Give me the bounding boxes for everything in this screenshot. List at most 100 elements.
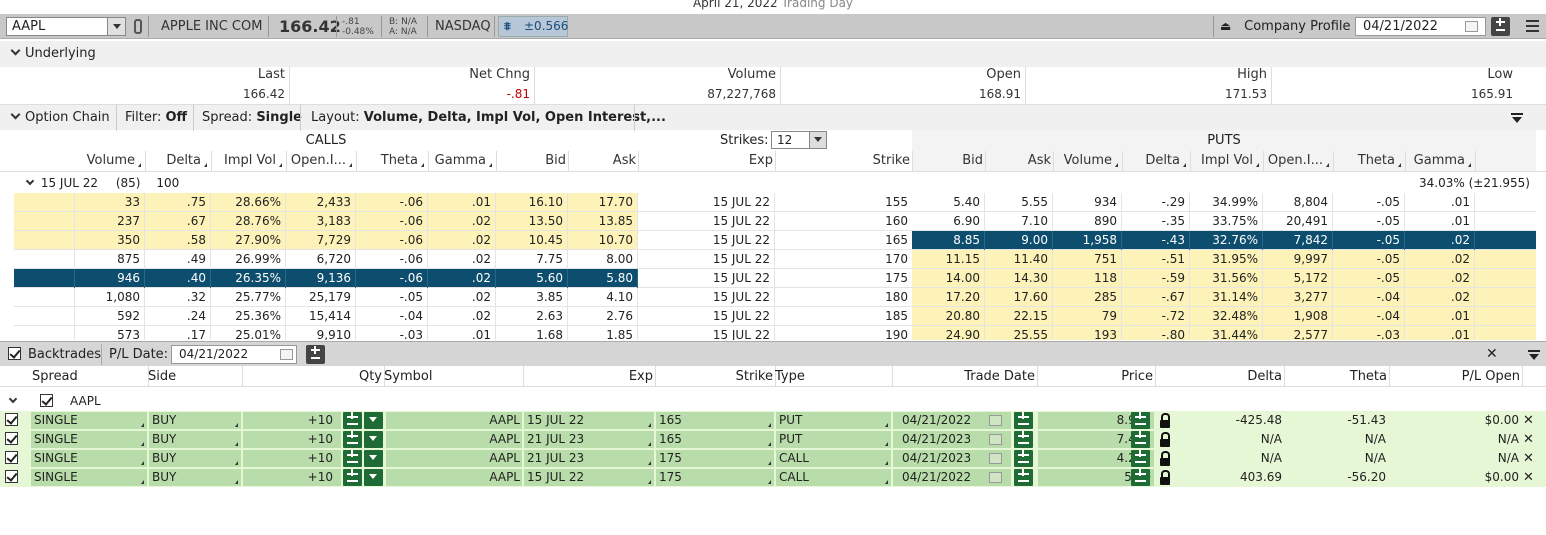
strike-select[interactable]: 175 bbox=[656, 469, 774, 486]
strike-select[interactable]: 165 bbox=[656, 412, 774, 429]
call-column-header[interactable]: Open.I... bbox=[286, 153, 356, 168]
put-cell[interactable]: 5.40 bbox=[912, 193, 985, 212]
chain-scrollbar[interactable] bbox=[1538, 193, 1546, 340]
remove-trade-icon[interactable]: ✕ bbox=[1523, 430, 1534, 449]
exp-select[interactable]: 15 JUL 22 bbox=[524, 469, 654, 486]
put-cell[interactable]: 5.55 bbox=[985, 193, 1053, 212]
lock-icon[interactable] bbox=[1160, 470, 1170, 485]
side-select[interactable]: BUY bbox=[149, 450, 241, 467]
symbol-field[interactable]: AAPL bbox=[386, 469, 522, 486]
trade-date-stepper[interactable] bbox=[1014, 450, 1033, 467]
put-cell[interactable]: 22.15 bbox=[985, 307, 1053, 326]
call-row[interactable]: 573.17 25.01% 9,910 -.03.01 1.68 1.85 bbox=[14, 326, 638, 340]
put-row[interactable]: 14.00 14.30 118 -.59 31.56% 5,172 -.05.02 bbox=[912, 269, 1536, 288]
trade-row[interactable]: SINGLE BUY +10 AAPL 21 JUL 23 175 CALL 04/21/20… bbox=[0, 449, 1546, 468]
qty-dropdown-button[interactable] bbox=[364, 412, 383, 429]
qty-dropdown-button[interactable] bbox=[364, 450, 383, 467]
backtrades-column-header[interactable]: P/L Open bbox=[1389, 366, 1520, 387]
calendar-icon[interactable] bbox=[989, 453, 1002, 464]
price-stepper[interactable] bbox=[1131, 450, 1150, 467]
put-cell[interactable]: 25.55 bbox=[985, 326, 1053, 340]
call-column-header[interactable]: Gamma bbox=[428, 153, 496, 168]
call-cell[interactable]: 1.85 bbox=[568, 326, 638, 340]
trade-checkbox[interactable] bbox=[5, 432, 18, 445]
lock-icon[interactable] bbox=[1160, 413, 1170, 428]
expiration-group-row[interactable]: 15 JUL 22 (85) 100 34.03% (±21.955) bbox=[0, 174, 1546, 193]
put-row[interactable]: 24.90 25.55 193 -.80 31.44% 2,577 -.03.01 bbox=[912, 326, 1536, 340]
pl-date-stepper[interactable] bbox=[306, 345, 325, 364]
backtrades-column-header[interactable]: Strike bbox=[655, 366, 773, 387]
call-cell[interactable]: 2.63 bbox=[496, 307, 568, 326]
backtrades-column-header[interactable]: Price bbox=[1037, 366, 1153, 387]
call-row[interactable]: 237.67 28.76% 3,183 -.06.02 13.50 13.85 bbox=[14, 212, 638, 231]
put-column-header[interactable]: Delta bbox=[1122, 153, 1190, 168]
trade-date-stepper[interactable] bbox=[1014, 469, 1033, 486]
qty-stepper[interactable] bbox=[343, 431, 362, 448]
call-cell[interactable]: 16.10 bbox=[496, 193, 568, 212]
trade-checkbox[interactable] bbox=[5, 470, 18, 483]
call-cell[interactable]: 17.70 bbox=[568, 193, 638, 212]
remove-trade-icon[interactable]: ✕ bbox=[1523, 411, 1534, 430]
put-cell[interactable]: 7.10 bbox=[985, 212, 1053, 231]
call-cell[interactable]: 10.70 bbox=[568, 231, 638, 250]
mid-column-header[interactable]: Strike bbox=[775, 153, 912, 168]
call-column-header[interactable]: Theta bbox=[356, 153, 428, 168]
symbol-input[interactable]: AAPL bbox=[6, 17, 126, 36]
put-column-header[interactable]: Ask bbox=[985, 153, 1053, 168]
put-cell[interactable]: 6.90 bbox=[912, 212, 985, 231]
symbol-dropdown-button[interactable] bbox=[107, 18, 125, 35]
side-select[interactable]: BUY bbox=[149, 469, 241, 486]
price-stepper[interactable] bbox=[1131, 469, 1150, 486]
spread-select[interactable]: SINGLE bbox=[31, 450, 147, 467]
backtrades-column-header[interactable]: Symbol bbox=[384, 366, 432, 387]
close-icon[interactable]: ✕ bbox=[1486, 342, 1498, 367]
put-column-header[interactable]: Volume bbox=[1053, 153, 1122, 168]
symbol-field[interactable]: AAPL bbox=[386, 412, 522, 429]
price-stepper[interactable] bbox=[1131, 431, 1150, 448]
trade-checkbox[interactable] bbox=[5, 451, 18, 464]
call-cell[interactable]: 10.45 bbox=[496, 231, 568, 250]
call-row[interactable]: 350.58 27.90% 7,729 -.06.02 10.45 10.70 bbox=[14, 231, 638, 250]
put-column-header[interactable]: Gamma bbox=[1405, 153, 1475, 168]
type-select[interactable]: PUT bbox=[776, 431, 891, 448]
call-cell[interactable]: 2.76 bbox=[568, 307, 638, 326]
date-stepper[interactable] bbox=[1491, 17, 1510, 36]
side-select[interactable]: BUY bbox=[149, 412, 241, 429]
put-cell[interactable]: 9.00 bbox=[985, 231, 1053, 250]
trade-date-stepper[interactable] bbox=[1014, 412, 1033, 429]
call-column-header[interactable]: Impl Vol bbox=[211, 153, 286, 168]
call-row[interactable]: 1,080.32 25.77% 25,179 -.05.02 3.85 4.10 bbox=[14, 288, 638, 307]
type-select[interactable]: CALL bbox=[776, 450, 891, 467]
exp-select[interactable]: 15 JUL 22 bbox=[524, 412, 654, 429]
call-row[interactable]: 592.24 25.36% 15,414 -.04.02 2.63 2.76 bbox=[14, 307, 638, 326]
price-stepper[interactable] bbox=[1131, 412, 1150, 429]
call-cell[interactable]: 4.10 bbox=[568, 288, 638, 307]
trade-row[interactable]: SINGLE BUY +10 AAPL 15 JUL 22 175 CALL 04/21/20… bbox=[0, 468, 1546, 487]
call-cell[interactable]: 3.85 bbox=[496, 288, 568, 307]
call-row[interactable]: 946.40 26.35% 9,136 -.06.02 5.60 5.80 bbox=[14, 269, 638, 288]
backtrades-column-header[interactable]: Type bbox=[775, 366, 805, 387]
menu-icon[interactable] bbox=[1526, 20, 1539, 32]
backtrades-column-header[interactable]: Exp bbox=[523, 366, 653, 387]
group-checkbox[interactable] bbox=[40, 394, 53, 407]
call-cell[interactable]: 7.75 bbox=[496, 250, 568, 269]
backtrades-column-header[interactable]: Qty bbox=[242, 366, 382, 387]
call-cell[interactable]: 5.80 bbox=[568, 269, 638, 288]
trade-row[interactable]: SINGLE BUY +10 AAPL 21 JUL 23 165 PUT 04/21/202… bbox=[0, 430, 1546, 449]
call-cell[interactable]: 5.60 bbox=[496, 269, 568, 288]
qty-dropdown-button[interactable] bbox=[364, 431, 383, 448]
backtrades-column-header[interactable]: Delta bbox=[1180, 366, 1282, 387]
option-chain-toggle[interactable]: Option Chain bbox=[0, 109, 110, 125]
qty-field[interactable]: +10 bbox=[243, 450, 341, 467]
strike-select[interactable]: 165 bbox=[656, 431, 774, 448]
collapse-all-icon[interactable] bbox=[1511, 113, 1523, 123]
put-cell[interactable]: 24.90 bbox=[912, 326, 985, 340]
symbol-field[interactable]: AAPL bbox=[386, 450, 522, 467]
backtrades-column-header[interactable]: Trade Date bbox=[892, 366, 1035, 387]
spread-select[interactable]: SINGLE bbox=[31, 412, 147, 429]
put-cell[interactable]: 20.80 bbox=[912, 307, 985, 326]
qty-stepper[interactable] bbox=[343, 450, 362, 467]
trade-checkbox[interactable] bbox=[5, 413, 18, 426]
qty-stepper[interactable] bbox=[343, 469, 362, 486]
strike-select[interactable]: 175 bbox=[656, 450, 774, 467]
